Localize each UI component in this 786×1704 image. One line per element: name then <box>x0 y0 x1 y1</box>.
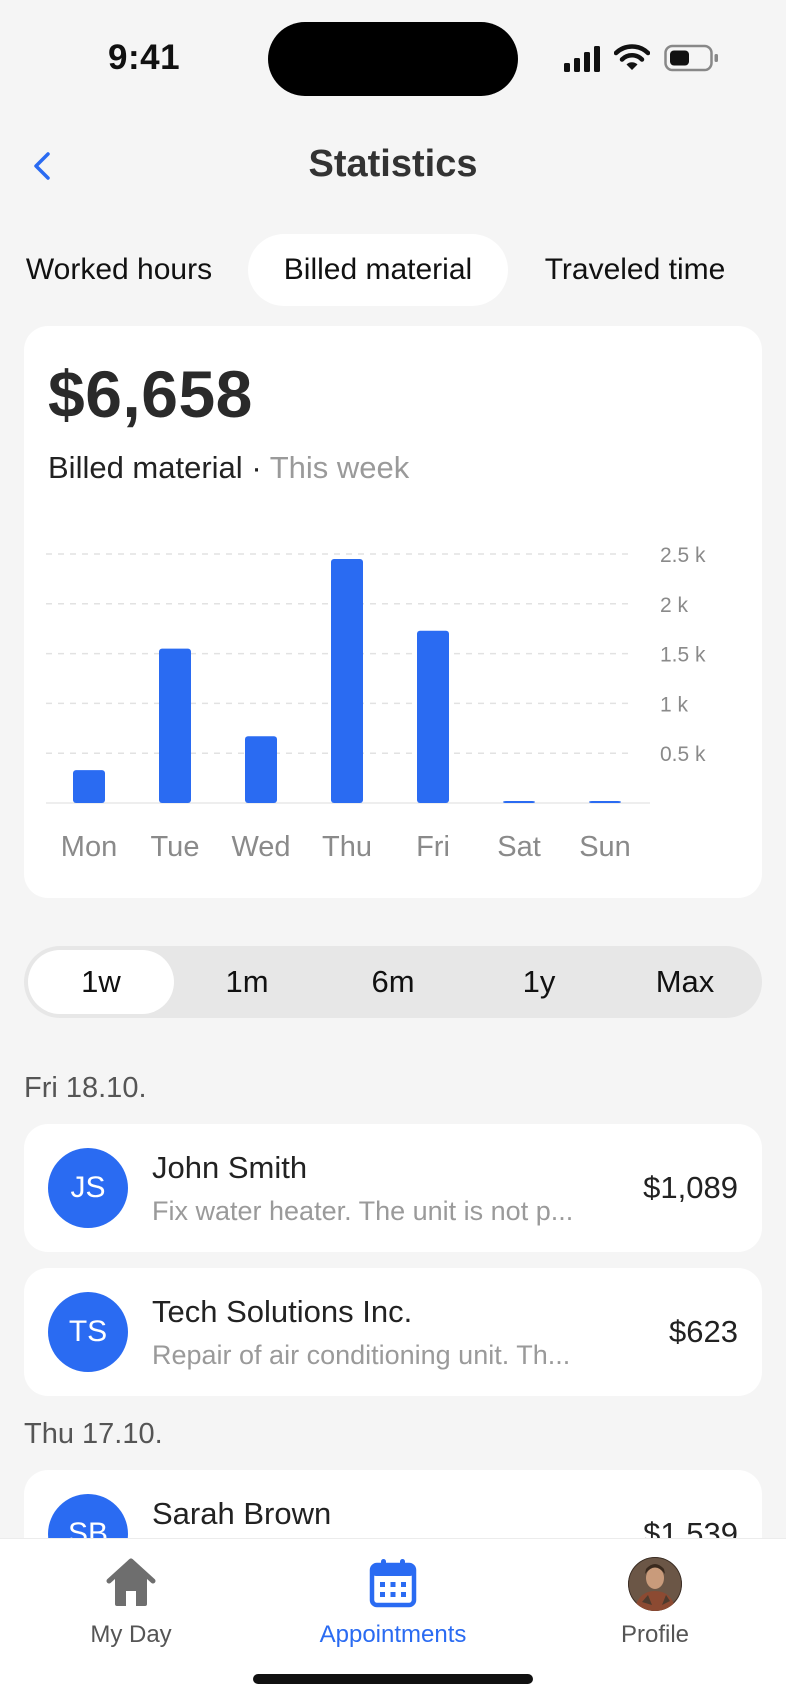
tab-bar-label: Profile <box>620 1621 690 1648</box>
tab-billed-material[interactable]: Billed material <box>248 234 508 306</box>
stat-tabs: Worked hours Billed material Traveled ti… <box>0 234 786 306</box>
bar-fri <box>417 630 449 803</box>
tab-bar-my-day[interactable]: My Day <box>0 1557 262 1667</box>
client-name: Tech Solutions Inc. <box>152 1294 413 1329</box>
period-option-6m[interactable]: 6m <box>320 950 466 1014</box>
client-name: Sarah Brown <box>152 1496 332 1531</box>
battery-icon <box>664 44 718 72</box>
tab-bar-label: My Day <box>90 1621 172 1648</box>
list-item[interactable]: JS John Smith Fix water heater. The unit… <box>24 1124 762 1252</box>
item-amount: $1,089 <box>643 1170 738 1205</box>
cellular-signal-icon <box>564 46 600 72</box>
x-tick-label: Sun <box>579 831 631 863</box>
bar-thu <box>331 558 363 803</box>
dynamic-island <box>268 22 518 96</box>
wifi-icon <box>614 44 650 70</box>
bar-wed <box>245 736 277 803</box>
x-tick-label: Sat <box>497 831 541 863</box>
y-tick-label: 2 k <box>660 594 689 617</box>
period-selector: 1w 1m 6m 1y Max <box>24 946 762 1018</box>
page-title: Statistics <box>308 143 478 185</box>
period-option-1y[interactable]: 1y <box>466 950 612 1014</box>
date-header: Fri 18.10. <box>24 1072 147 1104</box>
x-tick-label: Mon <box>61 831 117 863</box>
list-item[interactable]: TS Tech Solutions Inc. Repair of air con… <box>24 1268 762 1396</box>
period-option-1m[interactable]: 1m <box>174 950 320 1014</box>
profile-avatar <box>628 1557 682 1611</box>
tab-bar-label: Appointments <box>319 1621 467 1648</box>
avatar: TS <box>48 1292 128 1372</box>
tab-worked-hours[interactable]: Worked hours <box>8 234 230 306</box>
stats-card: $6,658 Billed material · This week 0.5 k… <box>24 326 762 898</box>
bar-mon <box>73 770 105 803</box>
x-tick-label: Fri <box>416 831 450 863</box>
x-tick-label: Thu <box>322 831 372 863</box>
y-tick-label: 2.5 k <box>660 544 706 567</box>
tab-bar-profile[interactable]: Profile <box>524 1557 786 1667</box>
avatar: JS <box>48 1148 128 1228</box>
bar-tue <box>159 648 191 803</box>
home-indicator <box>253 1674 533 1684</box>
date-header: Thu 17.10. <box>24 1418 163 1450</box>
x-tick-label: Tue <box>151 831 200 863</box>
job-description: Repair of air conditioning unit. Th... <box>152 1340 571 1370</box>
home-icon <box>106 1558 156 1606</box>
status-time: 9:41 <box>108 38 181 77</box>
bar-chart: 0.5 k 1 k 1.5 k 2 k 2.5 k Mon Tue Wed Thu Fri Sat S… <box>46 544 706 863</box>
y-tick-label: 1 k <box>660 693 689 716</box>
status-bar: 9:41 <box>0 0 786 110</box>
period-option-1w[interactable]: 1w <box>28 950 174 1014</box>
tab-bar-appointments[interactable]: Appointments <box>262 1557 524 1667</box>
y-tick-label: 1.5 k <box>660 644 706 667</box>
bar-sat <box>503 801 535 803</box>
job-description: Fix water heater. The unit is not p... <box>152 1196 574 1226</box>
x-tick-label: Wed <box>231 831 290 863</box>
y-tick-label: 0.5 k <box>660 743 706 766</box>
bar-sun <box>589 801 621 803</box>
tab-traveled-time[interactable]: Traveled time <box>526 234 744 306</box>
item-amount: $623 <box>669 1314 738 1349</box>
period-option-max[interactable]: Max <box>612 950 758 1014</box>
calendar-icon <box>369 1559 417 1608</box>
client-name: John Smith <box>152 1150 308 1185</box>
